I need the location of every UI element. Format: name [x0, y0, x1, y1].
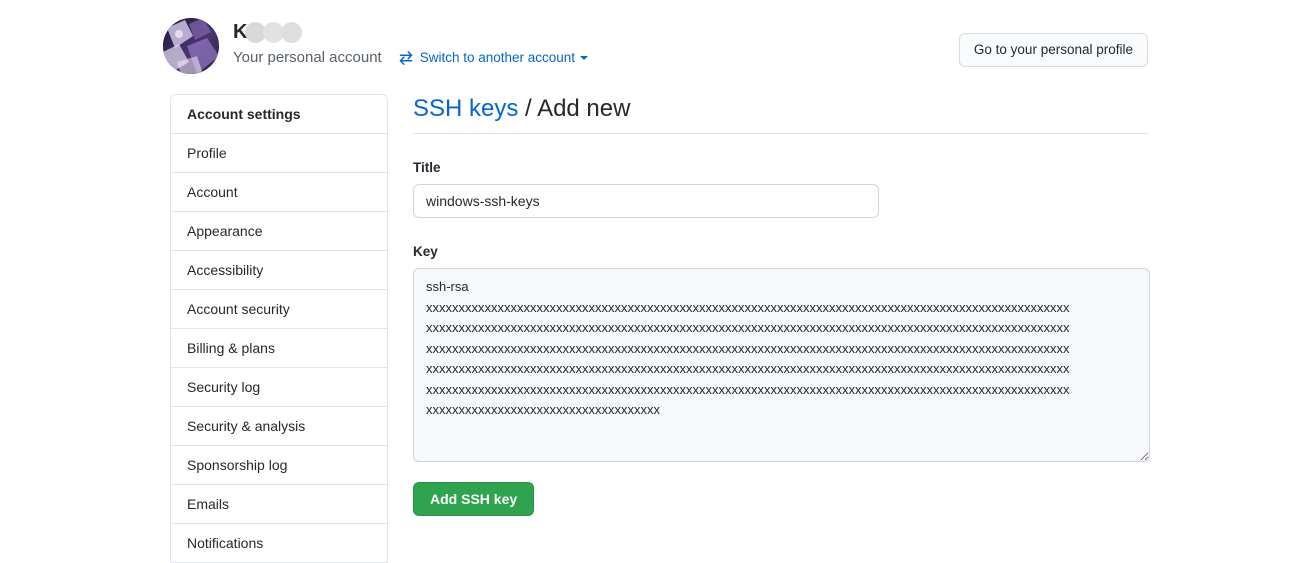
page-title: SSH keys / Add new: [413, 94, 1148, 134]
breadcrumb-current: Add new: [537, 95, 631, 122]
sidebar-item-notifications[interactable]: Notifications: [171, 524, 387, 563]
key-textarea[interactable]: [413, 268, 1150, 462]
settings-sidebar: Account settings Profile Account Appearance…: [170, 94, 388, 563]
main-content: SSH keys / Add new Title Key Add SSH key: [413, 94, 1150, 516]
switch-account-link[interactable]: Switch to another account: [398, 48, 589, 68]
key-field-label: Key: [413, 244, 438, 259]
go-to-personal-profile-button[interactable]: Go to your personal profile: [958, 33, 1148, 67]
sidebar-item-security-log[interactable]: Security log: [171, 368, 387, 407]
breadcrumb-ssh-keys-link[interactable]: SSH keys: [413, 95, 518, 122]
arrow-switch-icon: [398, 50, 414, 66]
account-header: K Your personal account Switch to anothe…: [163, 18, 589, 74]
account-meta: K Your personal account Switch to anothe…: [233, 18, 589, 68]
sidebar-item-sponsorship-log[interactable]: Sponsorship log: [171, 446, 387, 485]
title-input[interactable]: [413, 184, 879, 218]
sidebar-item-billing-plans[interactable]: Billing & plans: [171, 329, 387, 368]
account-name: K: [233, 20, 588, 44]
title-field-label: Title: [413, 160, 441, 175]
redaction-blob: [281, 21, 303, 43]
sidebar-item-account-security[interactable]: Account security: [171, 290, 387, 329]
sidebar-item-account[interactable]: Account: [171, 173, 387, 212]
sidebar-item-emails[interactable]: Emails: [171, 485, 387, 524]
chevron-down-icon: [580, 56, 589, 60]
sidebar-item-account-settings[interactable]: Account settings: [171, 95, 387, 134]
redacted-username: [245, 21, 303, 43]
sidebar-item-appearance[interactable]: Appearance: [171, 212, 387, 251]
account-subtitle: Your personal account: [233, 49, 382, 66]
sidebar-item-security-analysis[interactable]: Security & analysis: [171, 407, 387, 446]
sidebar-item-accessibility[interactable]: Accessibility: [171, 251, 387, 290]
avatar[interactable]: [163, 18, 219, 74]
sidebar-item-profile[interactable]: Profile: [171, 134, 387, 173]
account-subtitle-row: Your personal account Switch to another …: [233, 48, 589, 68]
breadcrumb-separator: /: [518, 95, 538, 122]
switch-account-label: Switch to another account: [419, 50, 576, 65]
add-ssh-key-button[interactable]: Add SSH key: [413, 482, 535, 516]
settings-page: K Your personal account Switch to anothe…: [0, 0, 1313, 563]
